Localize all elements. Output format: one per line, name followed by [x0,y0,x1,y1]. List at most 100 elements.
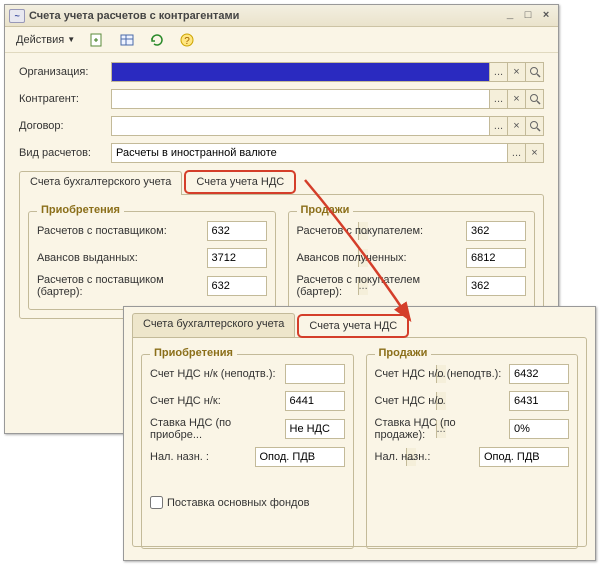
kontragent-field: ... × [111,89,526,109]
clear-button[interactable]: × [507,90,525,108]
nk-field: ... [285,391,345,411]
sell-nazn-field: ... [479,447,569,467]
refresh-icon [149,32,165,48]
tab-nds[interactable]: Счета учета НДС [184,170,296,194]
fixed-assets-label: Поставка основных фондов [167,497,309,509]
tab-accounting-2[interactable]: Счета бухгалтерского учета [132,313,295,337]
customer-input[interactable] [467,222,600,240]
dropdown-icon: ▼ [67,35,75,44]
advance-in-input[interactable] [467,249,600,267]
advance-in-field: ... [466,248,526,268]
group-buy: Приобретения Расчетов с поставщиком: ...… [28,211,276,310]
sell-rate-field: ... [509,419,569,439]
nk-unconf-row: Счет НДС н/к (неподтв.): ... [150,363,345,385]
dogovor-input[interactable] [112,117,489,135]
tab-pane-accounting: Приобретения Расчетов с поставщиком: ...… [19,194,544,319]
nds-panel-window: Счета бухгалтерского учета Счета учета Н… [123,306,596,561]
search-button[interactable] [526,116,544,136]
no-unconf-row: Счет НДС н/о (неподтв.): ... [375,363,570,385]
org-label: Организация: [19,66,111,78]
customer-label: Расчетов с покупателем: [297,225,467,237]
advance-out-field: ... [207,248,267,268]
buy-rate-row: Ставка НДС (по приобре... ... [150,417,345,441]
sell-rate-input[interactable] [510,420,600,438]
toolbar-table-button[interactable] [114,30,140,50]
toolbar-add-button[interactable] [84,30,110,50]
clear-button[interactable]: × [525,144,543,162]
group-sell-legend-2: Продажи [375,347,432,359]
tabs-row-2: Счета бухгалтерского учета Счета учета Н… [132,313,587,337]
group-sell-legend: Продажи [297,204,354,216]
vidras-label: Вид расчетов: [19,147,111,159]
minimize-button[interactable]: _ [502,9,518,23]
vidras-field: ... × [111,143,544,163]
search-button[interactable] [526,89,544,109]
doc-plus-icon [89,32,105,48]
clear-button[interactable]: × [507,117,525,135]
ellipsis-button[interactable]: ... [507,144,525,162]
search-icon [529,66,541,78]
ellipsis-button[interactable]: ... [489,63,507,81]
no-unconf-field: ... [509,364,569,384]
customer-barter-field: ... [466,276,526,296]
supplier-barter-field: ... [207,276,267,296]
kontragent-row: Контрагент: ... × [19,88,544,110]
buy-nazn-field: ... [255,447,345,467]
sell-rate-row: Ставка НДС (по продаже): ... [375,417,570,441]
supplier-field: ... [207,221,267,241]
no-row: Счет НДС н/о ... [375,390,570,412]
group-buy-2: Приобретения Счет НДС н/к (неподтв.): ..… [141,354,354,549]
supplier-barter-label: Расчетов с поставщиком (бартер): [37,274,207,298]
kontragent-input[interactable] [112,90,489,108]
group-buy-legend: Приобретения [37,204,124,216]
ellipsis-button[interactable]: ... [489,90,507,108]
dogovor-row: Договор: ... × [19,115,544,137]
vidras-input[interactable] [112,144,507,162]
customer-barter-row: Расчетов с покупателем (бартер): ... [297,274,527,298]
search-icon [529,93,541,105]
group-sell-2: Продажи Счет НДС н/о (неподтв.): ... Сче… [366,354,579,549]
dogovor-label: Договор: [19,120,111,132]
supplier-label: Расчетов с поставщиком: [37,225,207,237]
close-button[interactable]: × [538,9,554,23]
org-input[interactable] [112,63,489,81]
tab-nds-2[interactable]: Счета учета НДС [297,314,409,338]
sell-nazn-input[interactable] [480,448,600,466]
group-buy-legend-2: Приобретения [150,347,237,359]
buy-nazn-row: Нал. назн. : ... [150,446,345,468]
window-title: Счета учета расчетов с контрагентами [29,10,239,22]
tab-accounting[interactable]: Счета бухгалтерского учета [19,171,182,195]
maximize-button[interactable]: □ [520,9,536,23]
toolbar-help-button[interactable]: ? [174,30,200,50]
group-sell: Продажи Расчетов с покупателем: ... Аван… [288,211,536,310]
no-input[interactable] [510,392,600,410]
help-icon: ? [179,32,195,48]
app-icon: ~ [9,9,25,23]
buy-rate-label: Ставка НДС (по приобре... [150,417,285,441]
fixed-assets-checkbox[interactable] [150,496,163,509]
table-icon [119,32,135,48]
clear-button[interactable]: × [507,63,525,81]
nk-label: Счет НДС н/к: [150,395,285,407]
customer-field: ... [466,221,526,241]
no-label: Счет НДС н/о [375,395,510,407]
tabs-row: Счета бухгалтерского учета Счета учета Н… [19,170,544,194]
customer-row: Расчетов с покупателем: ... [297,220,527,242]
toolbar-refresh-button[interactable] [144,30,170,50]
supplier-row: Расчетов с поставщиком: ... [37,220,267,242]
actions-menu[interactable]: Действия ▼ [11,30,80,50]
kontragent-label: Контрагент: [19,93,111,105]
ellipsis-button[interactable]: ... [489,117,507,135]
advance-out-label: Авансов выданных: [37,252,207,264]
no-unconf-input[interactable] [510,365,600,383]
search-icon [529,120,541,132]
search-button[interactable] [526,62,544,82]
customer-barter-input[interactable] [467,277,600,295]
nk-unconf-field: ... [285,364,345,384]
sell-rate-label: Ставка НДС (по продаже): [375,417,510,441]
actions-label: Действия [16,34,64,46]
buy-rate-field: ... [285,419,345,439]
form-body: Организация: ... × Контрагент: ... × Дог… [5,53,558,327]
customer-barter-label: Расчетов с покупателем (бартер): [297,274,467,298]
tab-pane-nds: Приобретения Счет НДС н/к (неподтв.): ..… [132,337,587,547]
